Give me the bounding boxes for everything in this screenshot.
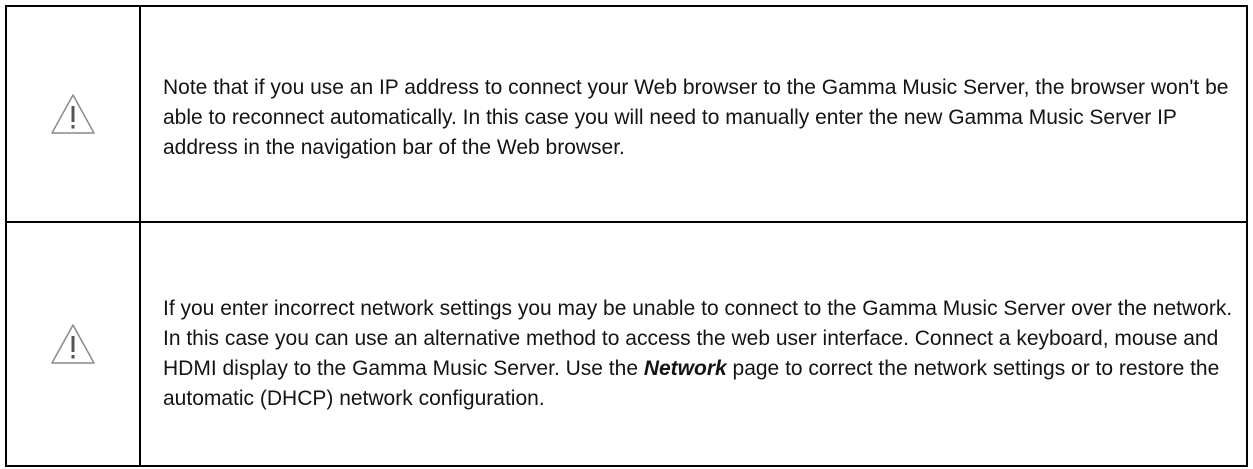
icon-cell (5, 5, 141, 223)
warning-triangle-icon (51, 324, 95, 364)
notes-table: Note that if you use an IP address to co… (5, 5, 1248, 467)
note-text: Note that if you use an IP address to co… (163, 76, 1229, 159)
warning-triangle-icon (51, 94, 95, 134)
icon-cell (5, 221, 141, 467)
network-page-emphasis: Network (643, 357, 727, 380)
note-text: If you enter incorrect network settings … (163, 294, 1234, 414)
note-row: If you enter incorrect network settings … (5, 221, 1248, 467)
note-text-cell: If you enter incorrect network settings … (139, 221, 1248, 467)
note-row: Note that if you use an IP address to co… (5, 5, 1248, 223)
note-text-cell: Note that if you use an IP address to co… (139, 5, 1248, 223)
